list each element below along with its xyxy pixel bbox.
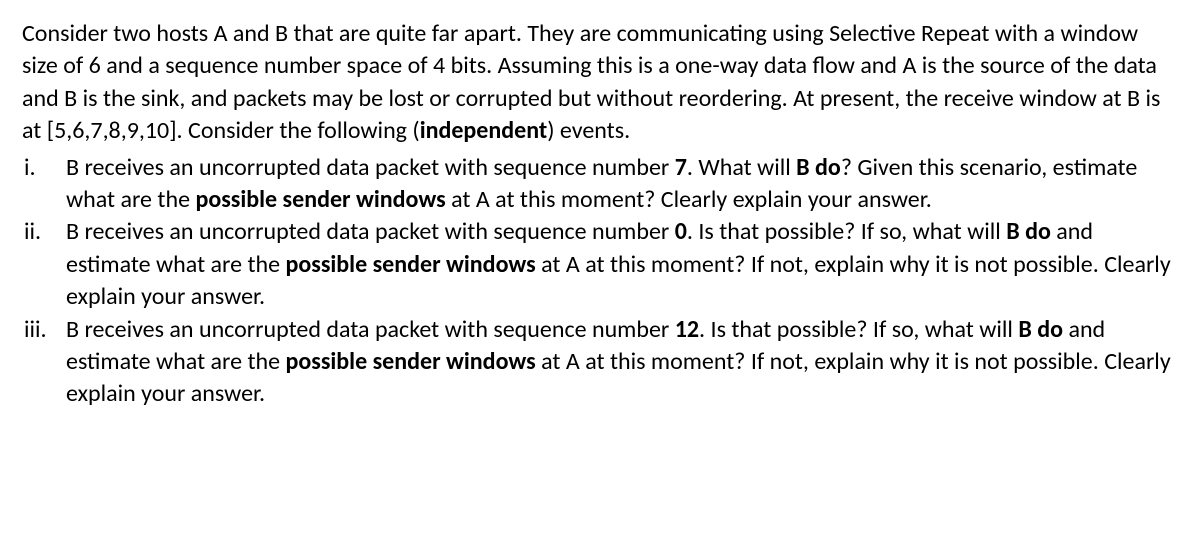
item-body: B receives an uncorrupted data packet wi… [66, 216, 1178, 313]
item-marker: iii. [22, 314, 66, 346]
item-marker: ii. [22, 216, 66, 248]
question-list: i. B receives an uncorrupted data packet… [22, 152, 1178, 411]
list-item: iii. B receives an uncorrupted data pack… [22, 314, 1178, 411]
list-item: ii. B receives an uncorrupted data packe… [22, 216, 1178, 313]
question-intro: Consider two hosts A and B that are quit… [22, 18, 1178, 148]
item-body: B receives an uncorrupted data packet wi… [66, 152, 1178, 217]
item-marker: i. [22, 152, 66, 184]
list-item: i. B receives an uncorrupted data packet… [22, 152, 1178, 217]
item-body: B receives an uncorrupted data packet wi… [66, 314, 1178, 411]
